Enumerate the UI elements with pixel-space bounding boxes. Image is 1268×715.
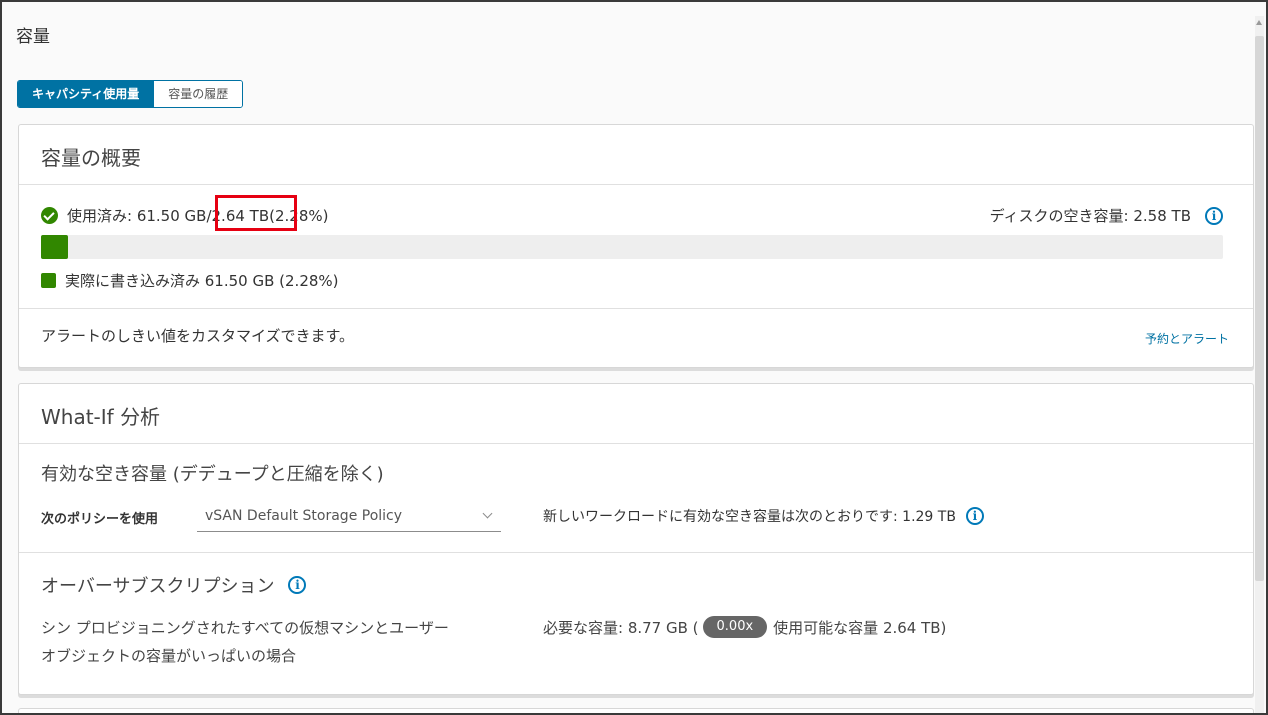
info-circle-icon[interactable]: i [1205, 206, 1223, 225]
vertical-scrollbar[interactable] [1255, 16, 1264, 713]
required-capacity-text: 必要な容量: 8.77 GB ( [543, 618, 699, 637]
oversubscription-title-row: オーバーサブスクリプション i [41, 572, 307, 598]
tab-capacity-history[interactable]: 容量の履歴 [153, 81, 243, 107]
workload-free-row: 新しいワークロードに有効な空き容量は次のとおりです: 1.29 TB i [543, 506, 984, 526]
ratio-badge: 0.00x [702, 616, 768, 638]
legend-label: 実際に書き込み済み 61.50 GB (2.28%) [65, 272, 339, 290]
free-capacity-label: ディスクの空き容量: 2.58 TB [989, 207, 1191, 225]
alert-threshold-text: アラートのしきい値をカスタマイズできます。 [41, 327, 355, 345]
divider [19, 552, 1253, 553]
scroll-up-arrow-icon[interactable] [1256, 20, 1262, 25]
usage-legend: 実際に書き込み済み 61.50 GB (2.28%) [41, 270, 339, 291]
policy-selected-value: vSAN Default Storage Policy [205, 508, 403, 524]
check-circle-icon [41, 207, 58, 224]
required-capacity-row: 必要な容量: 8.77 GB ( 0.00x 使用可能な容量 2.64 TB) [543, 616, 946, 638]
reservations-alerts-link[interactable]: 予約とアラート [1145, 330, 1229, 347]
usage-bar [41, 235, 1223, 259]
tab-capacity-usage[interactable]: キャパシティ使用量 [18, 81, 154, 107]
capacity-tabs: キャパシティ使用量 容量の履歴 [17, 80, 244, 108]
info-circle-icon[interactable]: i [288, 576, 307, 594]
storage-policy-select[interactable]: vSAN Default Storage Policy [197, 502, 501, 532]
card-title-overview: 容量の概要 [41, 146, 141, 170]
card-header: What-If 分析 [19, 384, 1253, 444]
available-capacity-text: 使用可能な容量 2.64 TB) [773, 618, 947, 637]
next-card-edge [18, 708, 1254, 713]
capacity-panel: 容量 キャパシティ使用量 容量の履歴 容量の概要 使用済み: 61.50 GB /… [0, 0, 1268, 715]
whatif-analysis-card: What-If 分析 有効な空き容量 (デデュープと圧縮を除く) 次のポリシーを… [18, 383, 1254, 695]
chevron-down-icon [482, 508, 493, 519]
effective-free-title: 有効な空き容量 (デデュープと圧縮を除く) [41, 464, 384, 485]
workload-free-text: 新しいワークロードに有効な空き容量は次のとおりです: 1.29 TB [543, 509, 956, 525]
scroll-thumb[interactable] [1255, 36, 1264, 581]
legend-swatch [41, 273, 56, 288]
highlight-annotation [215, 195, 297, 231]
card-header: 容量の概要 [19, 125, 1253, 185]
card-title-whatif: What-If 分析 [41, 405, 161, 429]
usage-bar-fill [41, 235, 68, 259]
oversubscription-title: オーバーサブスクリプション [41, 576, 275, 597]
capacity-overview-card: 容量の概要 使用済み: 61.50 GB/2.64 TB (2.28%) ディスク… [18, 124, 1254, 368]
free-capacity-row: ディスクの空き容量: 2.58 TB i [990, 205, 1223, 226]
policy-label: 次のポリシーを使用 [41, 512, 159, 527]
info-circle-icon[interactable]: i [965, 507, 984, 525]
description-line: オブジェクトの容量がいっぱいの場合 [41, 647, 297, 665]
used-amount: 使用済み: 61.50 GB [67, 207, 207, 225]
divider [19, 308, 1253, 309]
description-line: シン プロビジョニングされたすべての仮想マシンとユーザー [41, 619, 449, 637]
page-title: 容量 [16, 27, 50, 47]
oversubscription-description: シン プロビジョニングされたすべての仮想マシンとユーザー オブジェクトの容量がい… [41, 614, 521, 670]
